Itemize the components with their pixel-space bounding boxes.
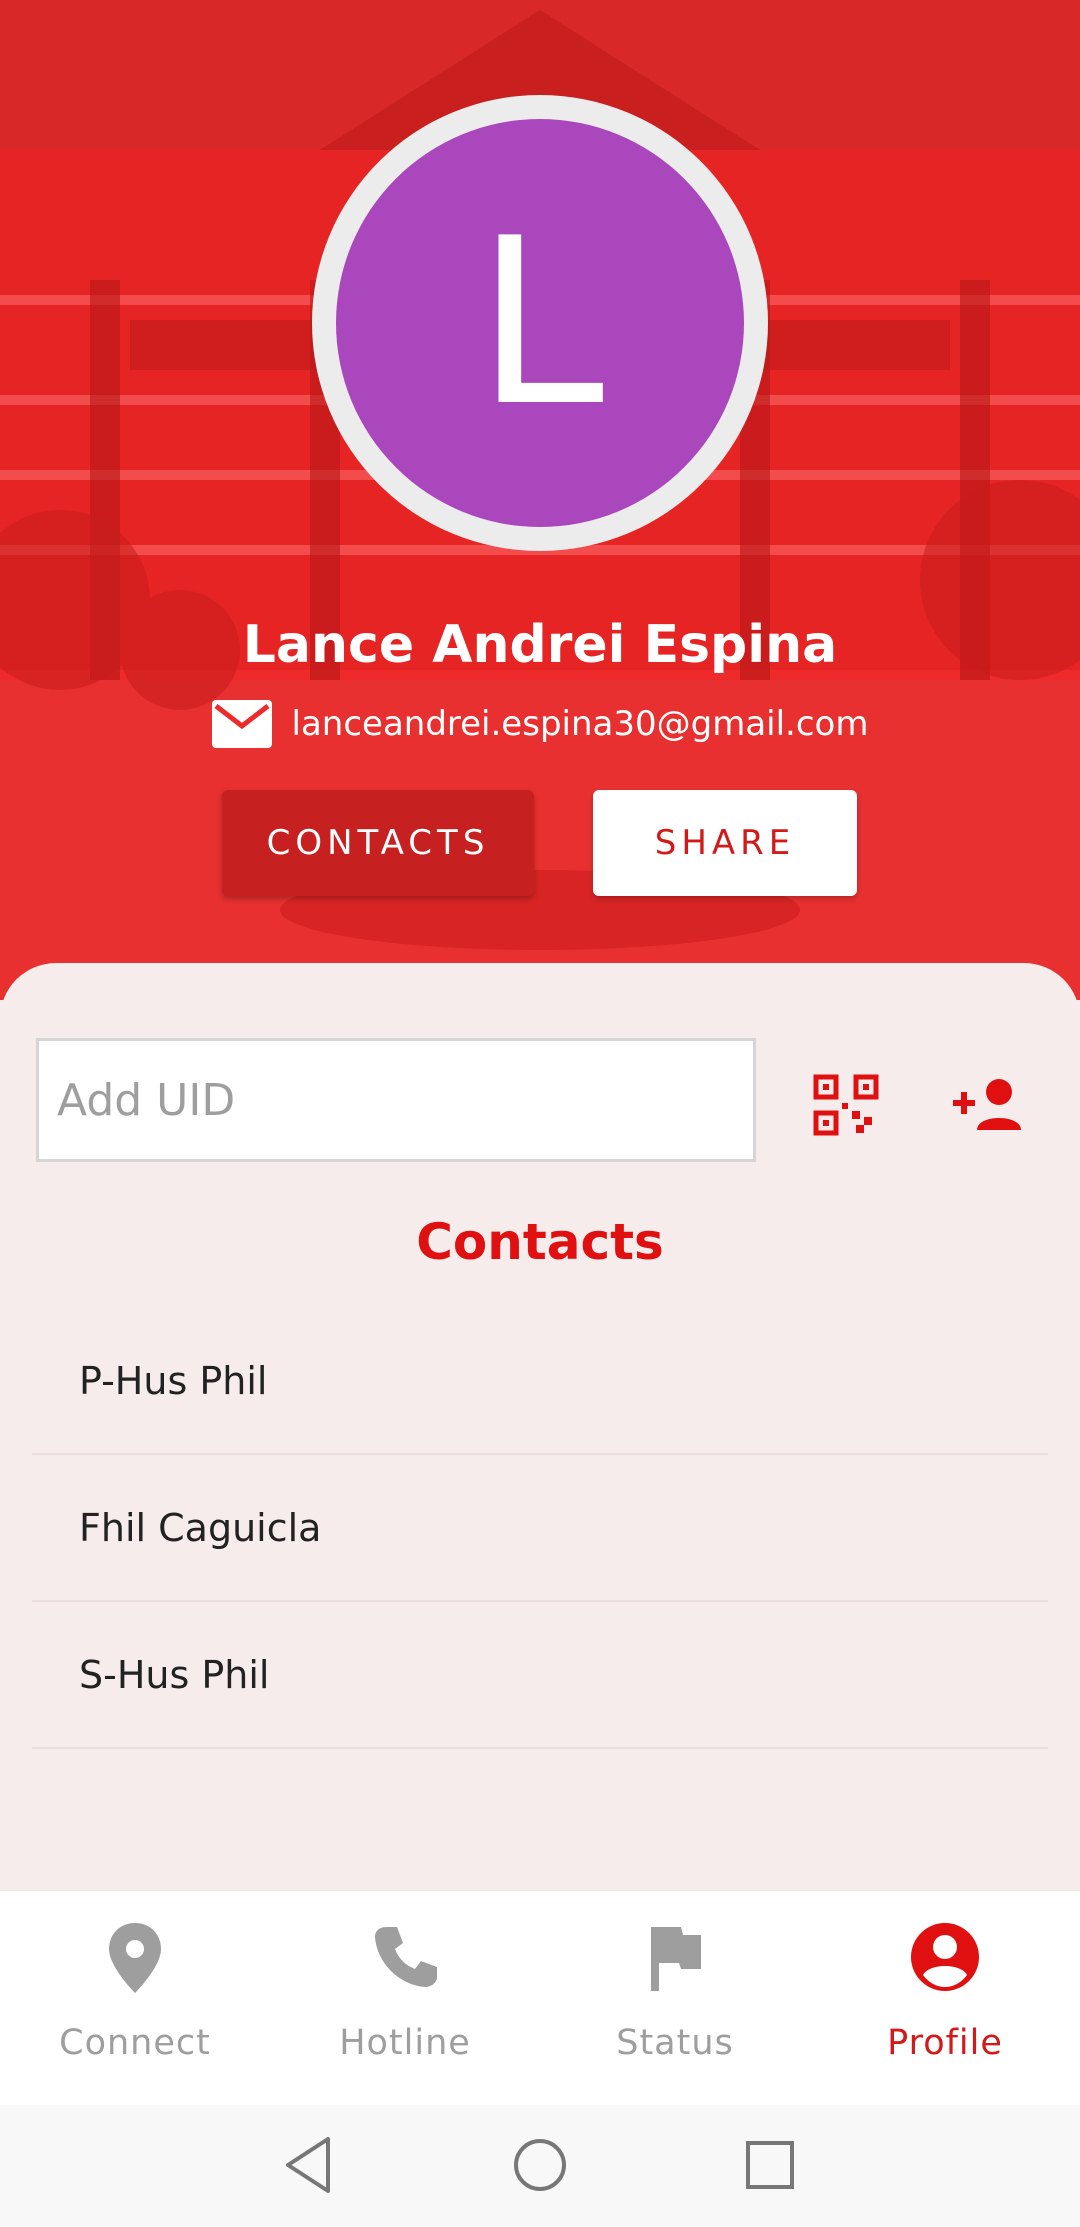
flag-icon xyxy=(651,1927,701,1991)
avatar-ring: L xyxy=(312,95,768,551)
home-icon[interactable] xyxy=(508,2133,572,2197)
contact-list: P-Hus Phil Fhil Caguicla S-Hus Phil xyxy=(32,1308,1048,1749)
avatar[interactable]: L xyxy=(336,119,744,527)
location-pin-icon xyxy=(109,1923,161,1993)
profile-header: L Lance Andrei Espina lanceandrei.espina… xyxy=(0,0,1080,1000)
bottom-navigation: Connect Hotline Status Profile xyxy=(0,1890,1080,2105)
nav-label-connect: Connect xyxy=(59,2023,211,2063)
profile-name: Lance Andrei Espina xyxy=(242,615,838,675)
contact-item[interactable]: P-Hus Phil xyxy=(32,1308,1048,1455)
nav-label-hotline: Hotline xyxy=(339,2023,471,2063)
nav-label-profile: Profile xyxy=(887,2023,1003,2063)
contact-item[interactable]: S-Hus Phil xyxy=(32,1602,1048,1749)
nav-item-status[interactable]: Status xyxy=(540,1891,810,2105)
phone-icon xyxy=(375,1927,437,1987)
mail-icon xyxy=(211,700,272,748)
nav-item-connect[interactable]: Connect xyxy=(0,1891,270,2105)
profile-email: lanceandrei.espina30@gmail.com xyxy=(291,704,869,744)
nav-item-hotline[interactable]: Hotline xyxy=(270,1891,540,2105)
account-circle-icon xyxy=(911,1923,979,1991)
email-row: lanceandrei.espina30@gmail.com xyxy=(0,700,1080,748)
contacts-button[interactable]: CONTACTS xyxy=(222,790,534,896)
back-icon[interactable] xyxy=(278,2133,342,2197)
share-button[interactable]: SHARE xyxy=(593,790,857,896)
contacts-panel: Contacts P-Hus Phil Fhil Caguicla S-Hus … xyxy=(0,963,1080,1890)
qr-scan-icon[interactable] xyxy=(812,1073,880,1137)
add-person-icon[interactable] xyxy=(953,1078,1025,1130)
contacts-title: Contacts xyxy=(416,1213,664,1271)
nav-label-status: Status xyxy=(616,2023,734,2063)
nav-item-profile[interactable]: Profile xyxy=(810,1891,1080,2105)
system-navigation-bar xyxy=(0,2105,1080,2227)
add-uid-input[interactable] xyxy=(36,1038,756,1162)
recents-icon[interactable] xyxy=(738,2133,802,2197)
contact-item[interactable]: Fhil Caguicla xyxy=(32,1455,1048,1602)
